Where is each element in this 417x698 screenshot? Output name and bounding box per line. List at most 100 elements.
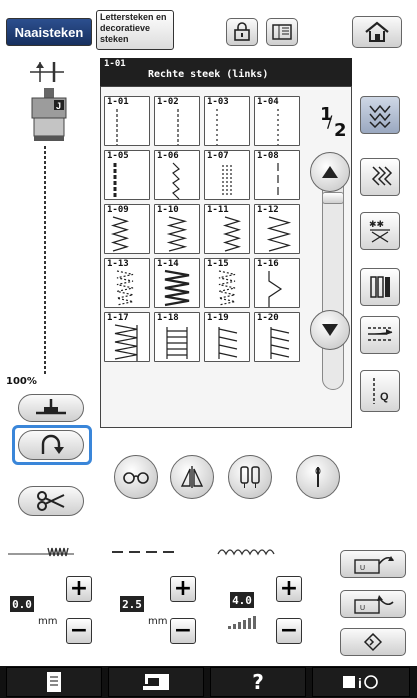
glasses-icon [123,472,149,484]
tab-utility-label: Naaisteken [14,24,84,40]
minus-icon: − [173,618,193,643]
thread-tension-plus-button[interactable]: + [276,576,302,602]
reset-stitch-button[interactable] [340,628,406,656]
stitch-length-minus-button[interactable]: − [170,618,196,644]
stitch-cell-1-18[interactable]: 1-18 [154,312,200,362]
tab-utility-stitches[interactable]: Naaisteken [6,18,92,46]
stitch-cell-1-06[interactable]: 1-06 [154,150,200,200]
needle-position-icon [30,62,64,82]
stitch-cell-1-11[interactable]: 1-11 [204,204,250,254]
stitch-cell-1-10[interactable]: 1-10 [154,204,200,254]
minus-icon: − [69,618,89,643]
tab-decorative-label-2: decoratieve [100,23,151,33]
quilting-icon [368,327,393,341]
stitch-cell-1-02[interactable]: 1-02 [154,96,200,146]
svg-text:U: U [360,565,365,572]
stitch-cell-1-16[interactable]: 1-16 [254,258,300,308]
stitch-pattern-icon [155,97,201,151]
scissors-icon [37,491,65,511]
info-button[interactable]: i [312,667,410,697]
category-utility-button[interactable] [360,96,400,134]
stitch-cell-1-15[interactable]: 1-15 [204,258,250,308]
stitch-length-unit: mm [148,616,168,627]
stitch-cell-1-14[interactable]: 1-14 [154,258,200,308]
needle-icon [315,467,321,487]
svg-text:U: U [360,605,365,612]
stitch-cell-1-04[interactable]: 1-04 [254,96,300,146]
buttonhole-icon [370,276,390,298]
manual-button[interactable] [6,667,102,697]
memory-recall-icon: U [354,595,394,614]
tab-decorative-label-3: steken [100,34,129,44]
zoom-label: 100% [6,376,37,387]
stitch-cell-1-19[interactable]: 1-19 [204,312,250,362]
stitch-pattern-icon [205,151,251,205]
tab-decorative-label-1: Lettersteken en [100,12,167,22]
arrow-up-icon [322,166,338,178]
selected-stitch-code: 1-01 [104,59,126,69]
thread-tension-value: 4.0 [230,592,254,608]
svg-text:i: i [358,675,362,691]
stitch-cell-1-05[interactable]: 1-05 [104,150,150,200]
memory-save-icon: U [354,556,394,574]
stitch-pattern-icon [105,151,151,205]
stitch-length-value: 2.5 [120,596,144,612]
scroll-down-button[interactable] [310,310,350,350]
sewing-machine-icon [143,674,169,690]
stitch-cell-1-09[interactable]: 1-09 [104,204,150,254]
stitch-cell-1-08[interactable]: 1-08 [254,150,300,200]
document-icon [47,672,61,692]
stitch-cell-1-01[interactable]: 1-01 [104,96,150,146]
reset-icon [363,632,383,652]
twin-needle-button[interactable] [228,455,272,499]
scroll-up-button[interactable] [310,152,350,192]
page-indicator: 1 / 2 [318,104,347,142]
category-quilting-button[interactable] [360,316,400,354]
stitch-width-minus-button[interactable]: − [66,618,92,644]
category-stitch-q-button[interactable]: Q [360,370,400,412]
stitch-width-value: 0.0 [10,596,34,612]
home-button[interactable] [352,16,402,48]
scroll-thumb[interactable] [322,192,344,204]
stitch-cell-1-13[interactable]: 1-13 [104,258,150,308]
twin-needle-view-button[interactable] [114,455,158,499]
category-satin-button[interactable] [360,158,400,196]
reverse-stitch-button[interactable] [18,430,84,460]
plus-icon: + [173,576,193,601]
stitch-cell-1-17[interactable]: 1-17 [104,312,150,362]
stitch-pattern-icon [205,97,251,151]
needle-stop-up-down-button[interactable] [18,394,84,422]
category-buttonhole-button[interactable] [360,268,400,306]
plus-icon: + [279,576,299,601]
stitch-cell-1-20[interactable]: 1-20 [254,312,300,362]
stitch-pattern-icon [255,97,301,151]
needle-button[interactable] [296,455,340,499]
stitch-width-plus-button[interactable]: + [66,576,92,602]
thread-cutter-button[interactable] [18,486,84,516]
settings-screen-button[interactable] [266,18,298,46]
machine-help-button[interactable] [108,667,204,697]
stitch-pattern-icon [155,205,201,259]
memory-recall-button[interactable]: U [340,590,406,618]
minus-icon: − [279,618,299,643]
twin-needle-icon [240,466,260,488]
stitch-length-plus-button[interactable]: + [170,576,196,602]
mirror-image-button[interactable] [170,455,214,499]
stitch-cell-1-03[interactable]: 1-03 [204,96,250,146]
satin-category-icon [371,166,393,186]
stitch-cell-1-07[interactable]: 1-07 [204,150,250,200]
category-cross-stitch-button[interactable]: ✱✱ [360,212,400,250]
utility-category-icon [369,104,391,128]
tension-level-icon [228,616,256,629]
stitch-width-icon [8,547,74,557]
lock-button[interactable] [226,18,258,46]
stitch-cell-1-12[interactable]: 1-12 [254,204,300,254]
stitch-info-bar: 1-01 Rechte steek (links) [100,58,352,86]
stitch-pattern-icon [105,205,151,259]
stitch-width-unit: mm [38,616,58,627]
memory-save-button[interactable]: U [340,550,406,578]
thread-tension-minus-button[interactable]: − [276,618,302,644]
svg-text:✱✱: ✱✱ [369,220,384,230]
tab-decorative-stitches[interactable]: Lettersteken en decoratieve steken [96,10,174,50]
help-button[interactable]: ? [210,667,306,697]
